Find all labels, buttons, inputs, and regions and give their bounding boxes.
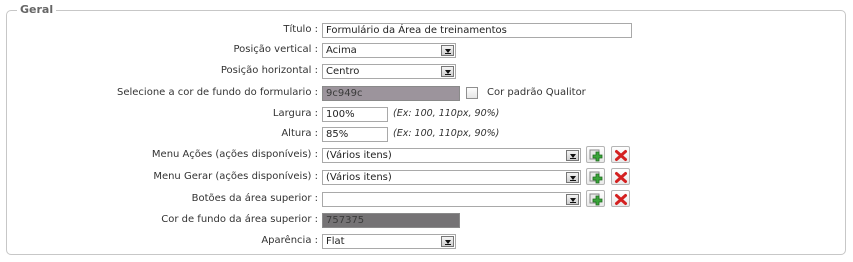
add-button[interactable] [586, 168, 605, 185]
posicao-horizontal-label: Posição horizontal : [220, 65, 318, 76]
cor-fundo-formulario-label: Selecione a cor de fundo do formulario : [117, 87, 318, 98]
fieldset-legend: Geral [17, 3, 57, 16]
remove-button[interactable] [611, 190, 630, 207]
dropdown-arrow-icon[interactable] [441, 66, 454, 77]
menu-acoes-label: Menu Ações (ações disponíveis) : [151, 149, 318, 160]
add-icon [589, 149, 603, 162]
aparencia-label: Aparência : [261, 235, 318, 246]
largura-input[interactable]: 100% [322, 107, 388, 122]
titulo-input[interactable]: Formulário da Área de treinamentos [322, 23, 632, 38]
dropdown-arrow-icon[interactable] [441, 45, 454, 56]
dropdown-arrow-icon[interactable] [566, 172, 579, 183]
botoes-area-superior-label: Botões da área superior : [191, 193, 318, 204]
add-button[interactable] [586, 146, 605, 163]
botoes-area-superior-select[interactable] [322, 192, 581, 207]
altura-label: Altura : [281, 128, 318, 139]
dropdown-arrow-icon[interactable] [566, 194, 579, 205]
remove-button[interactable] [611, 168, 630, 185]
titulo-label: Título : [283, 24, 318, 35]
posicao-vertical-select[interactable]: Acima [322, 43, 456, 58]
row-cor-fundo-area-superior: Cor de fundo da área superior : 757375 [0, 213, 853, 228]
add-button[interactable] [586, 190, 605, 207]
menu-acoes-select[interactable]: (Vários itens) [322, 148, 581, 163]
dropdown-arrow-icon[interactable] [441, 236, 454, 247]
largura-label: Largura : [272, 108, 318, 119]
dropdown-arrow-icon[interactable] [566, 150, 579, 161]
row-menu-acoes: Menu Ações (ações disponíveis) : (Vários… [0, 146, 853, 163]
row-cor-fundo-formulario: Selecione a cor de fundo do formulario :… [0, 86, 853, 101]
largura-hint: (Ex: 100, 110px, 90%) [393, 108, 500, 119]
cor-padrao-checkbox[interactable] [466, 87, 478, 99]
menu-gerar-label: Menu Gerar (ações disponíveis) : [153, 171, 318, 182]
row-largura: Largura : 100% (Ex: 100, 110px, 90%) [0, 107, 853, 122]
cor-fundo-area-superior-picker[interactable]: 757375 [322, 213, 460, 228]
remove-button[interactable] [611, 146, 630, 163]
row-titulo: Título : Formulário da Área de treinamen… [0, 23, 853, 38]
row-altura: Altura : 85% (Ex: 100, 110px, 90%) [0, 127, 853, 142]
row-aparencia: Aparência : Flat [0, 234, 853, 249]
row-posicao-vertical: Posição vertical : Acima [0, 43, 853, 58]
remove-icon [615, 172, 627, 183]
cor-fundo-formulario-picker[interactable]: 9c949c [322, 86, 460, 101]
posicao-vertical-label: Posição vertical : [233, 44, 318, 55]
posicao-horizontal-select[interactable]: Centro [322, 64, 456, 79]
cor-fundo-area-superior-label: Cor de fundo da área superior : [161, 214, 318, 225]
add-icon [589, 171, 603, 184]
add-icon [589, 193, 603, 206]
cor-padrao-label: Cor padrão Qualitor [487, 87, 586, 98]
remove-icon [615, 194, 627, 205]
remove-icon [615, 150, 627, 161]
menu-gerar-select[interactable]: (Vários itens) [322, 170, 581, 185]
row-menu-gerar: Menu Gerar (ações disponíveis) : (Vários… [0, 168, 853, 185]
altura-input[interactable]: 85% [322, 127, 388, 142]
row-posicao-horizontal: Posição horizontal : Centro [0, 64, 853, 79]
aparencia-select[interactable]: Flat [322, 234, 456, 249]
altura-hint: (Ex: 100, 110px, 90%) [393, 128, 500, 139]
row-botoes-area-superior: Botões da área superior : [0, 190, 853, 207]
